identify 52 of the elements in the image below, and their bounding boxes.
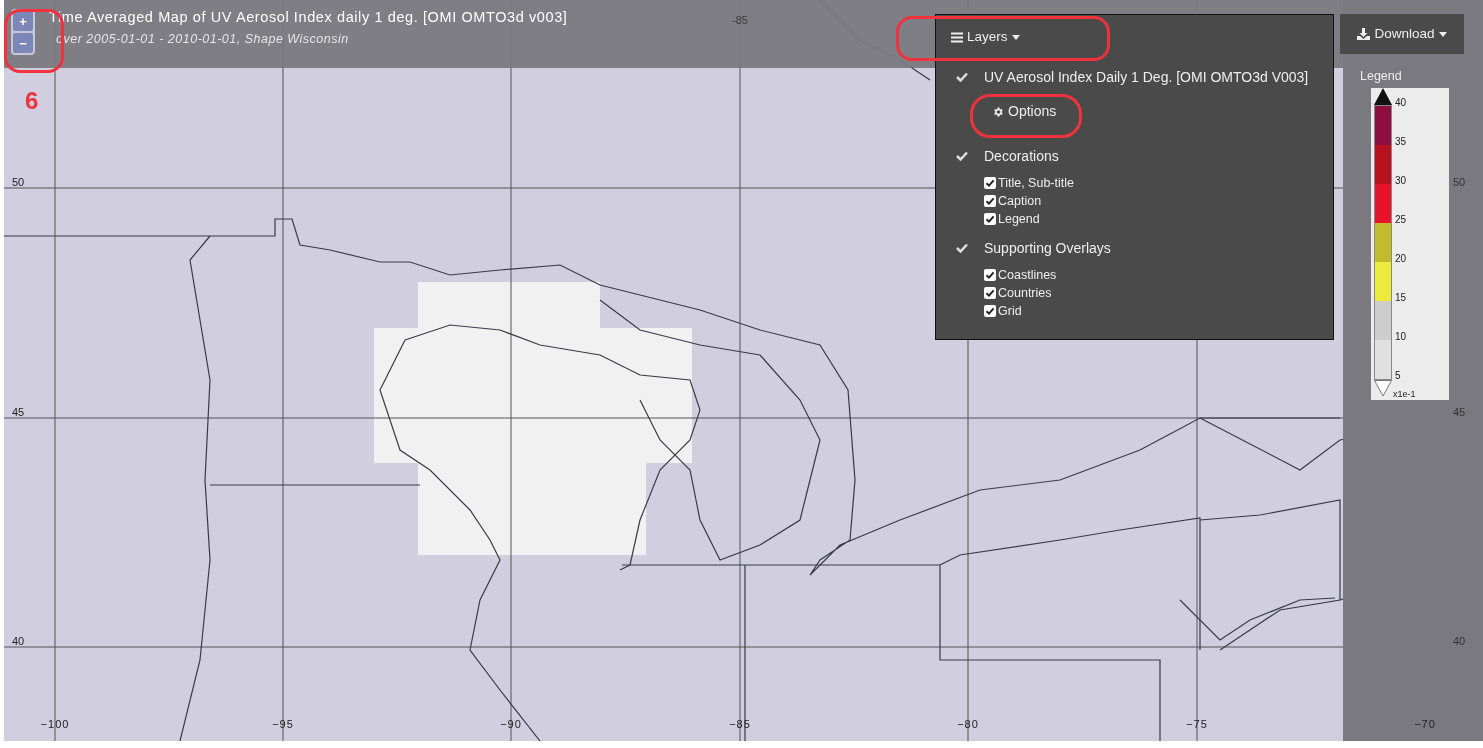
layer-option-label: Legend bbox=[998, 210, 1040, 228]
over-range-arrow-icon bbox=[1374, 88, 1392, 105]
layer-group-label[interactable]: UV Aerosol Index Daily 1 Deg. [OMI OMTO3d V003] bbox=[984, 66, 1309, 88]
legend-tick-label: 40 bbox=[1395, 98, 1407, 108]
layer-option-label: Grid bbox=[998, 302, 1022, 320]
under-range-arrow-icon bbox=[1374, 380, 1392, 397]
menu-icon bbox=[951, 31, 963, 43]
legend-tick-label: 25 bbox=[1395, 215, 1407, 225]
layer-group-label[interactable]: Supporting Overlays bbox=[984, 237, 1111, 259]
latitude-label: 40 bbox=[1453, 634, 1466, 649]
layer-option-label: Title, Sub-title bbox=[998, 174, 1074, 192]
download-button[interactable]: Download bbox=[1340, 14, 1464, 54]
step-number: 6 bbox=[25, 86, 39, 116]
zoom-in-button[interactable]: + bbox=[13, 11, 33, 31]
checkbox[interactable] bbox=[984, 177, 996, 189]
legend-tick-label: 5 bbox=[1395, 371, 1401, 381]
latitude-label: 45 bbox=[12, 405, 25, 420]
legend-tick-label: 20 bbox=[1395, 254, 1407, 264]
longitude-label: −70 bbox=[1414, 717, 1436, 732]
layer-option-label: Countries bbox=[998, 284, 1052, 302]
layer-option-label: Caption bbox=[998, 192, 1042, 210]
options-button[interactable]: Options bbox=[992, 101, 1309, 122]
longitude-label: −95 bbox=[272, 717, 294, 732]
longitude-label: -85 bbox=[732, 13, 748, 28]
longitude-label: −75 bbox=[1186, 717, 1208, 732]
longitude-label: −80 bbox=[957, 717, 979, 732]
checkbox[interactable] bbox=[984, 287, 996, 299]
latitude-label: 40 bbox=[12, 634, 25, 649]
checkbox[interactable] bbox=[984, 269, 996, 281]
layer-group-label[interactable]: Decorations bbox=[984, 145, 1059, 167]
download-icon bbox=[1357, 28, 1371, 40]
checkbox[interactable] bbox=[984, 195, 996, 207]
latitude-label: 45 bbox=[1453, 405, 1466, 420]
caret-icon bbox=[1438, 31, 1447, 37]
longitude-label: −85 bbox=[729, 717, 751, 732]
layer-option-label: Coastlines bbox=[998, 266, 1057, 284]
layers-button[interactable]: Layers bbox=[951, 27, 1020, 48]
legend-unit: x1e-1 bbox=[1393, 390, 1416, 399]
zoom-out-button[interactable]: − bbox=[13, 33, 33, 53]
longitude-label: −90 bbox=[500, 717, 522, 732]
caret-icon bbox=[1011, 34, 1020, 40]
latitude-label: 50 bbox=[12, 175, 25, 190]
legend-tick-label: 10 bbox=[1395, 332, 1407, 342]
checkbox[interactable] bbox=[984, 213, 996, 225]
legend-tick-label: 30 bbox=[1395, 176, 1407, 186]
checkbox[interactable] bbox=[984, 305, 996, 317]
legend-tick-label: 15 bbox=[1395, 293, 1407, 303]
legend-tick-label: 35 bbox=[1395, 137, 1407, 147]
longitude-label: −100 bbox=[40, 717, 70, 732]
latitude-label: 50 bbox=[1453, 175, 1466, 190]
legend-title: Legend bbox=[1360, 68, 1402, 85]
gear-icon bbox=[992, 105, 1004, 118]
